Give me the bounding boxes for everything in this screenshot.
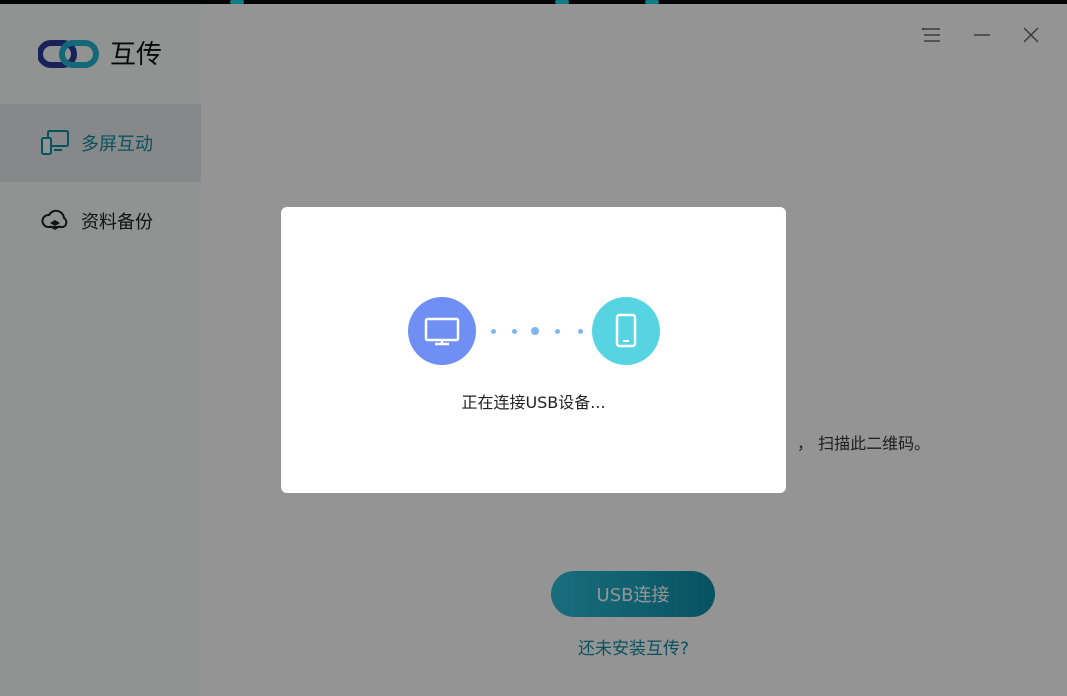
- phone-icon: [615, 313, 637, 348]
- progress-dot: [578, 329, 583, 334]
- monitor-icon: [424, 317, 460, 346]
- pc-circle: [408, 297, 476, 365]
- connecting-dialog: 正在连接USB设备...: [281, 207, 786, 493]
- progress-dot: [512, 329, 517, 334]
- progress-dot: [491, 329, 496, 334]
- connecting-message: 正在连接USB设备...: [461, 393, 606, 412]
- progress-dot-active: [531, 327, 539, 335]
- phone-circle: [592, 297, 660, 365]
- progress-dot: [555, 329, 560, 334]
